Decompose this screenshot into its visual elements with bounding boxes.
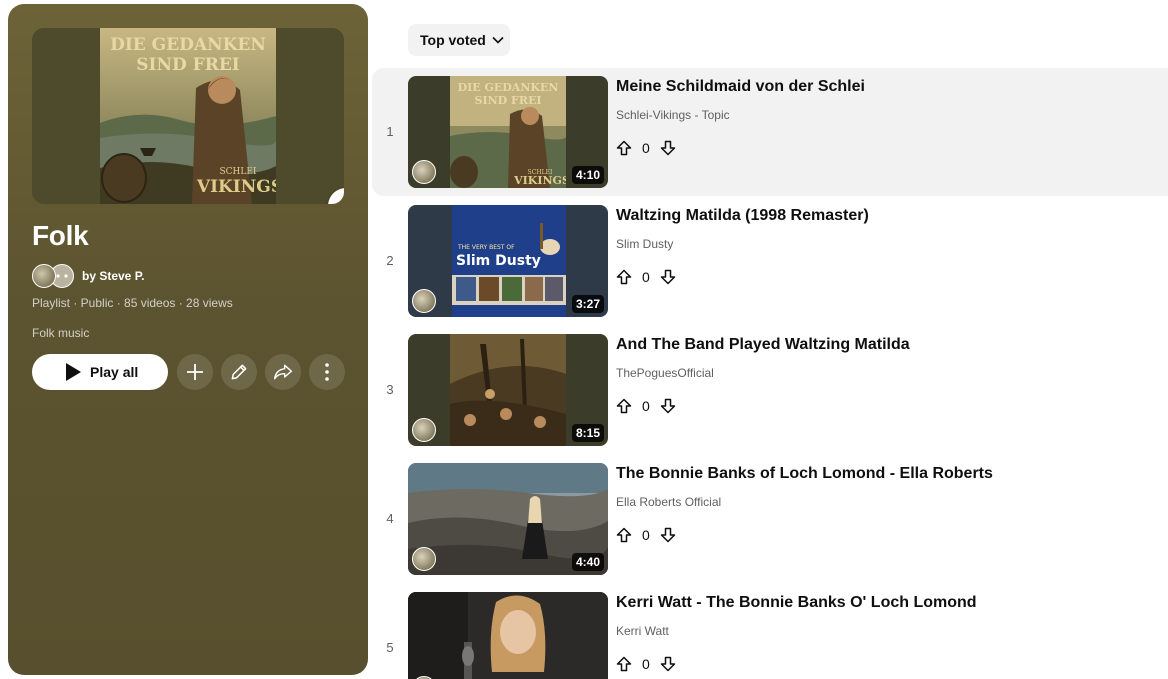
sort-label: Top voted	[420, 32, 486, 48]
plus-icon	[187, 364, 203, 380]
video-index: 4	[386, 511, 394, 526]
video-channel[interactable]: Slim Dusty	[616, 237, 673, 251]
edit-playlist-button[interactable]	[221, 354, 257, 390]
vote-count: 0	[642, 656, 650, 672]
owner-avatar	[32, 264, 56, 288]
upvote-icon[interactable]	[616, 527, 632, 543]
svg-text:VIKINGS: VIKINGS	[513, 174, 566, 187]
video-duration: 4:40	[571, 553, 604, 571]
play-all-button[interactable]: Play all	[32, 354, 168, 390]
uploader-avatar	[412, 289, 436, 313]
video-channel[interactable]: ThePoguesOfficial	[616, 366, 714, 380]
vote-controls: 0	[616, 138, 676, 158]
playlist-video-row[interactable]: 4 4:40 The Bonnie Banks of Loch Lomond -…	[372, 455, 1168, 583]
uploader-avatar	[412, 547, 436, 571]
chevron-down-icon	[492, 36, 504, 44]
upvote-icon[interactable]	[616, 656, 632, 672]
downvote-icon[interactable]	[660, 269, 676, 285]
more-horiz-icon	[56, 274, 68, 278]
cover-title-text: DIE GEDANKEN	[110, 35, 266, 55]
video-thumbnail[interactable]: DIE GEDANKEN SIND FREI SCHLEI VIKINGS 4:…	[408, 76, 608, 188]
vote-count: 0	[642, 398, 650, 414]
downvote-icon[interactable]	[660, 656, 676, 672]
playlist-meta: Playlist · Public · 85 videos · 28 views	[32, 296, 233, 310]
cover-logo-small: SCHLEI	[219, 167, 256, 177]
svg-text:SIND FREI: SIND FREI	[475, 94, 542, 107]
cover-logo-large: VIKINGS	[196, 177, 276, 197]
vote-count: 0	[642, 527, 650, 543]
video-duration: 4:10	[571, 166, 604, 184]
playlist-video-row[interactable]: 5 Kerri Watt - The Bonnie Banks O' Loch …	[372, 584, 1168, 679]
vote-controls: 0	[616, 396, 676, 416]
share-button[interactable]	[265, 354, 301, 390]
play-icon	[66, 363, 81, 381]
playlist-actions: Play all	[32, 354, 345, 390]
video-index: 2	[386, 253, 394, 268]
sort-dropdown[interactable]: Top voted	[408, 24, 510, 56]
video-title[interactable]: Waltzing Matilda (1998 Remaster)	[616, 207, 869, 225]
playlist-cover[interactable]: DIE GEDANKEN SIND FREI SCHLEI VIKINGS	[32, 28, 344, 204]
downvote-icon[interactable]	[660, 140, 676, 156]
playlist-video-row[interactable]: 3 8:15 And The Band Played Waltzing Mati…	[372, 326, 1168, 454]
video-duration: 3:27	[571, 295, 604, 313]
cover-subtitle-text: SIND FREI	[136, 55, 240, 75]
playlist-video-row[interactable]: 2 THE VERY BEST OF Slim Dusty 3:27 Waltz…	[372, 197, 1168, 325]
play-all-label: Play all	[90, 364, 139, 380]
pencil-icon	[337, 197, 344, 204]
svg-text:Slim Dusty: Slim Dusty	[456, 253, 541, 269]
video-title[interactable]: Kerri Watt - The Bonnie Banks O' Loch Lo…	[616, 594, 977, 612]
video-duration: 8:15	[571, 424, 604, 442]
downvote-icon[interactable]	[660, 527, 676, 543]
video-title[interactable]: The Bonnie Banks of Loch Lomond - Ella R…	[616, 465, 993, 483]
pencil-icon	[231, 364, 247, 380]
video-title[interactable]: And The Band Played Waltzing Matilda	[616, 336, 910, 354]
playlist-cover-art: DIE GEDANKEN SIND FREI SCHLEI VIKINGS	[100, 28, 276, 204]
video-channel[interactable]: Kerri Watt	[616, 624, 669, 638]
svg-text:DIE GEDANKEN: DIE GEDANKEN	[458, 81, 559, 94]
video-thumbnail[interactable]: 8:15	[408, 334, 608, 446]
playlist-owner[interactable]: by Steve P.	[32, 263, 144, 289]
thumbnail-art	[408, 592, 608, 679]
owner-name[interactable]: by Steve P.	[82, 269, 144, 283]
svg-text:THE VERY BEST OF: THE VERY BEST OF	[457, 244, 515, 251]
vote-count: 0	[642, 140, 650, 156]
uploader-avatar	[412, 418, 436, 442]
video-thumbnail[interactable]	[408, 592, 608, 679]
video-channel[interactable]: Ella Roberts Official	[616, 495, 721, 509]
thumbnail-art: THE VERY BEST OF Slim Dusty	[452, 205, 566, 317]
uploader-avatar	[412, 160, 436, 184]
thumbnail-art	[450, 334, 566, 446]
upvote-icon[interactable]	[616, 140, 632, 156]
playlist-header-panel: DIE GEDANKEN SIND FREI SCHLEI VIKINGS Fo…	[8, 4, 368, 675]
video-thumbnail[interactable]: 4:40	[408, 463, 608, 575]
vote-count: 0	[642, 269, 650, 285]
thumbnail-art: DIE GEDANKEN SIND FREI SCHLEI VIKINGS	[450, 76, 566, 188]
video-index: 3	[386, 382, 394, 397]
playlist-video-row[interactable]: 1 DIE GEDANKEN SIND FREI SCHLEI VIKINGS …	[372, 68, 1168, 196]
share-icon	[273, 364, 293, 380]
playlist-title: Folk	[32, 220, 89, 251]
video-channel[interactable]: Schlei-Vikings - Topic	[616, 108, 730, 122]
vote-controls: 0	[616, 267, 676, 287]
edit-cover-button[interactable]	[328, 188, 344, 204]
vote-controls: 0	[616, 654, 676, 674]
video-index: 5	[386, 640, 394, 655]
video-title[interactable]: Meine Schildmaid von der Schlei	[616, 78, 865, 96]
playlist-description[interactable]: Folk music	[32, 326, 89, 340]
upvote-icon[interactable]	[616, 269, 632, 285]
add-to-playlist-button[interactable]	[177, 354, 213, 390]
video-thumbnail[interactable]: THE VERY BEST OF Slim Dusty 3:27	[408, 205, 608, 317]
vote-controls: 0	[616, 525, 676, 545]
video-index: 1	[386, 124, 394, 139]
downvote-icon[interactable]	[660, 398, 676, 414]
more-actions-button[interactable]	[309, 354, 345, 390]
more-vert-icon	[325, 363, 329, 381]
upvote-icon[interactable]	[616, 398, 632, 414]
